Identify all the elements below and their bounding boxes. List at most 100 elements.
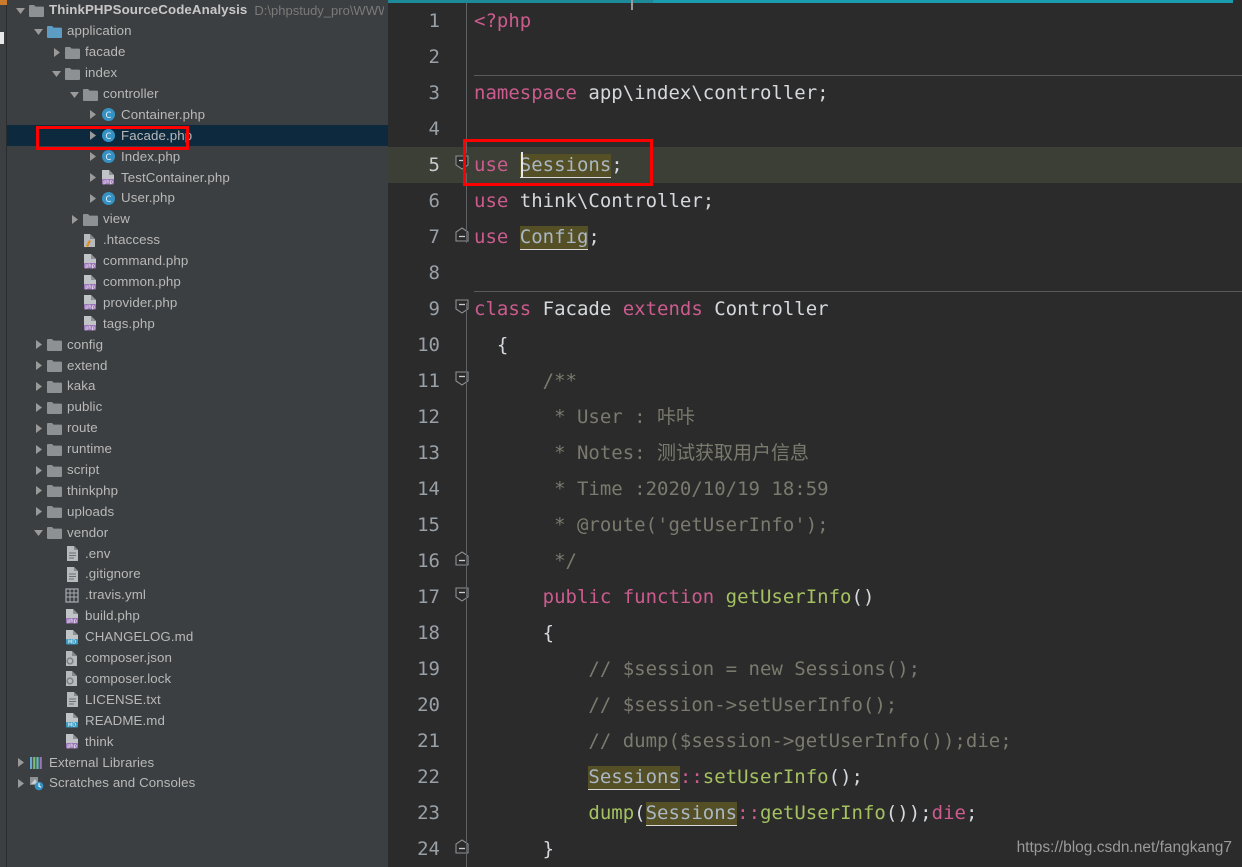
tree-row-external-libraries[interactable]: External Libraries [7, 752, 388, 773]
tree-row-changelog-md[interactable]: MD CHANGELOG.md [7, 627, 388, 648]
tool-window-strip[interactable] [0, 0, 7, 867]
tree-row-license-txt[interactable]: LICENSE.txt [7, 689, 388, 710]
tree-row-extend[interactable]: extend [7, 355, 388, 376]
fold-marker-icon[interactable] [450, 291, 474, 327]
tree-row-env[interactable]: .env [7, 543, 388, 564]
line-number: 10 [417, 334, 440, 356]
code-line-4[interactable]: 4 [388, 111, 1242, 147]
code-line-7[interactable]: 7 use Config; [388, 219, 1242, 255]
tree-row-facade-php[interactable]: C Facade.php [7, 125, 388, 147]
tree-row-index-php[interactable]: C Index.php [7, 146, 388, 167]
code-line-6[interactable]: 6 use think\Controller; [388, 183, 1242, 219]
tree-row-view[interactable]: view [7, 209, 388, 230]
tree-row-controller[interactable]: controller [7, 84, 388, 105]
code-line-8[interactable]: 8 [388, 255, 1242, 291]
chevron-right-icon[interactable] [85, 188, 99, 208]
fold-marker-icon[interactable] [450, 831, 474, 867]
chevron-right-icon[interactable] [49, 42, 63, 62]
tree-row-command-php[interactable]: php command.php [7, 251, 388, 272]
tree-row-uploads[interactable]: uploads [7, 501, 388, 522]
tree-row-travis-yml[interactable]: .travis.yml [7, 585, 388, 606]
code-line-18[interactable]: 18 { [388, 615, 1242, 651]
chevron-right-icon[interactable] [31, 356, 45, 376]
code-line-20[interactable]: 20 // $session->setUserInfo(); [388, 687, 1242, 723]
fold-marker-icon[interactable] [450, 147, 474, 183]
tree-row-build-php[interactable]: php build.php [7, 606, 388, 627]
tree-row-provider-php[interactable]: php provider.php [7, 292, 388, 313]
tree-row-readme-md[interactable]: MD README.md [7, 710, 388, 731]
tree-row-composer-lock[interactable]: composer.lock [7, 669, 388, 690]
chevron-down-icon[interactable] [67, 84, 81, 104]
tree-row-thinkphpsourcecodeanalysis[interactable]: ThinkPHPSourceCodeAnalysis D:\phpstudy_pr… [7, 0, 388, 21]
code-line-14[interactable]: 14 * Time :2020/10/19 18:59 [388, 471, 1242, 507]
tree-row-htaccess[interactable]: .htaccess [7, 230, 388, 251]
tree-row-tags-php[interactable]: php tags.php [7, 313, 388, 334]
fold-marker-icon[interactable] [450, 543, 474, 579]
tree-row-application[interactable]: application [7, 21, 388, 42]
chevron-right-icon[interactable] [85, 168, 99, 188]
no-chevron-spacer [49, 711, 63, 731]
fold-marker-icon[interactable] [450, 219, 474, 255]
chevron-right-icon[interactable] [31, 460, 45, 480]
chevron-down-icon[interactable] [49, 63, 63, 83]
tree-row-route[interactable]: route [7, 418, 388, 439]
code-line-23[interactable]: 23 dump(Sessions::getUserInfo());die; [388, 795, 1242, 831]
tree-row-common-php[interactable]: php common.php [7, 272, 388, 293]
fold-marker-icon[interactable] [450, 363, 474, 399]
tree-row-vendor[interactable]: vendor [7, 522, 388, 543]
code-line-17[interactable]: 17 public function getUserInfo() [388, 579, 1242, 615]
code-line-2[interactable]: 2 [388, 39, 1242, 75]
chevron-right-icon[interactable] [31, 502, 45, 522]
code-line-19[interactable]: 19 // $session = new Sessions(); [388, 651, 1242, 687]
tree-row-think[interactable]: php think [7, 731, 388, 752]
php-file-icon: php [81, 273, 99, 291]
chevron-right-icon[interactable] [31, 397, 45, 417]
code-line-16[interactable]: 16 */ [388, 543, 1242, 579]
code-line-12[interactable]: 12 * User : 咔咔 [388, 399, 1242, 435]
chevron-right-icon[interactable] [13, 753, 27, 773]
chevron-right-icon[interactable] [31, 376, 45, 396]
chevron-right-icon[interactable] [31, 481, 45, 501]
tree-row-container-php[interactable]: C Container.php [7, 104, 388, 125]
code-line-3[interactable]: 3 namespace app\index\controller; [388, 75, 1242, 111]
code-line-9[interactable]: 9 class Facade extends Controller [388, 291, 1242, 327]
code-line-text: <?php [474, 10, 532, 32]
tree-row-runtime[interactable]: runtime [7, 439, 388, 460]
code-line-10[interactable]: 10 { [388, 327, 1242, 363]
line-number: 20 [417, 694, 440, 716]
chevron-right-icon[interactable] [85, 147, 99, 167]
tree-row-gitignore[interactable]: .gitignore [7, 564, 388, 585]
code-line-21[interactable]: 21 // dump($session->getUserInfo());die; [388, 723, 1242, 759]
code-line-11[interactable]: 11 /** [388, 363, 1242, 399]
project-tree-panel[interactable]: ThinkPHPSourceCodeAnalysis D:\phpstudy_pr… [7, 0, 388, 867]
chevron-right-icon[interactable] [85, 126, 99, 146]
tree-row-index[interactable]: index [7, 63, 388, 84]
code-line-5[interactable]: 5 use Sessions; [388, 147, 1242, 183]
chevron-right-icon[interactable] [67, 209, 81, 229]
chevron-right-icon[interactable] [31, 335, 45, 355]
tree-row-thinkphp[interactable]: thinkphp [7, 480, 388, 501]
code-line-15[interactable]: 15 * @route('getUserInfo'); [388, 507, 1242, 543]
chevron-right-icon[interactable] [13, 773, 27, 793]
chevron-right-icon[interactable] [31, 439, 45, 459]
code-line-22[interactable]: 22 Sessions::setUserInfo(); [388, 759, 1242, 795]
tree-row-testcontainer-php[interactable]: php TestContainer.php [7, 167, 388, 188]
tree-row-user-php[interactable]: C User.php [7, 188, 388, 209]
tree-row-scratches-and-consoles[interactable]: Scratches and Consoles [7, 773, 388, 794]
code-line-13[interactable]: 13 * Notes: 测试获取用户信息 [388, 435, 1242, 471]
code-lines-container[interactable]: 1 <?php 2 3 namespace app\index\controller; 4… [388, 3, 1242, 867]
chevron-down-icon[interactable] [13, 0, 27, 20]
tree-row-facade[interactable]: facade [7, 42, 388, 63]
tree-row-kaka[interactable]: kaka [7, 376, 388, 397]
chevron-down-icon[interactable] [31, 523, 45, 543]
tree-row-config[interactable]: config [7, 334, 388, 355]
chevron-right-icon[interactable] [31, 418, 45, 438]
tree-row-script[interactable]: script [7, 460, 388, 481]
code-line-1[interactable]: 1 <?php [388, 3, 1242, 39]
code-editor[interactable]: 1 <?php 2 3 namespace app\index\controller; 4… [388, 0, 1242, 867]
chevron-right-icon[interactable] [85, 105, 99, 125]
fold-marker-icon[interactable] [450, 579, 474, 615]
tree-row-composer-json[interactable]: composer.json [7, 648, 388, 669]
tree-row-public[interactable]: public [7, 397, 388, 418]
chevron-down-icon[interactable] [31, 21, 45, 41]
